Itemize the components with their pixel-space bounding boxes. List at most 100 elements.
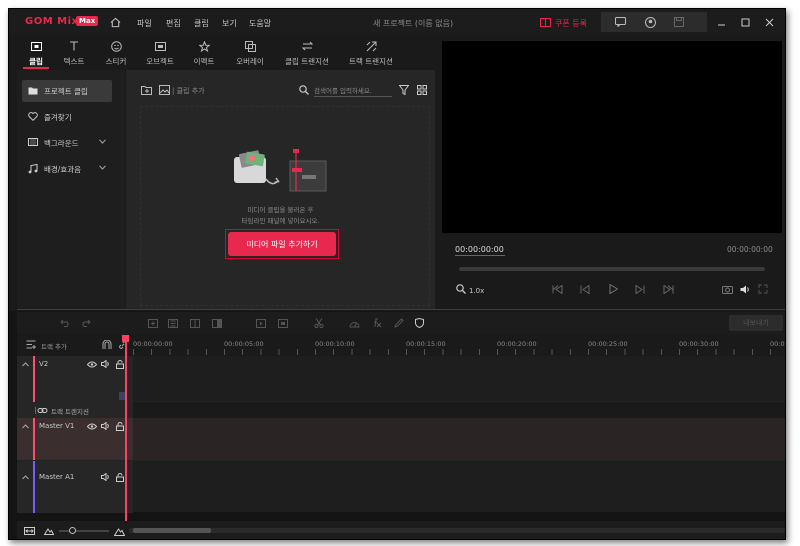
cut-icon[interactable]	[313, 318, 324, 328]
mark-out-icon[interactable]	[277, 318, 288, 328]
lock-icon[interactable]	[115, 421, 125, 431]
sidebar-item-bgm-sfx[interactable]: 배경/효과음	[22, 158, 112, 180]
zoom-in-mountain-icon[interactable]	[113, 526, 125, 536]
zoom-search-icon[interactable]	[455, 283, 467, 295]
heart-icon	[28, 112, 38, 121]
speaker-icon[interactable]	[101, 359, 111, 369]
timeline-ruler[interactable]: 00:00:00:00 00:00:05:00 00:00:10:00 00:0…	[133, 334, 785, 356]
sidebar-item-label: 백그라운드	[44, 138, 79, 148]
close-icon[interactable]	[764, 17, 774, 27]
title-bar: GOM Mix Max 파일 편집 클립 보기 도움말 새 프로젝트 (이름 없…	[9, 9, 785, 35]
prev-frame-icon[interactable]	[579, 283, 591, 295]
grid-view-icon[interactable]	[416, 84, 428, 96]
speed-icon[interactable]	[349, 318, 360, 328]
tab-clip-transition[interactable]: 클립 트랜지션	[281, 37, 333, 69]
sidebar-item-project-clips[interactable]: 프로젝트 클립	[22, 80, 112, 102]
add-clip-button[interactable]: | 클립 추가	[172, 86, 205, 96]
link-chain-icon	[35, 405, 49, 415]
track-master-a1[interactable]: Master A1	[17, 460, 785, 513]
add-track-icon[interactable]	[25, 339, 36, 350]
menu-edit[interactable]: 편집	[166, 18, 181, 29]
filter-icon[interactable]	[398, 84, 410, 96]
image-icon[interactable]	[158, 84, 170, 96]
skip-end-icon[interactable]	[662, 283, 674, 295]
search-placeholder: 검색어를 입력하세요.	[314, 87, 372, 95]
ruler-label: 00:00:25:00	[588, 340, 628, 348]
tab-overlay[interactable]: 오버레이	[225, 37, 275, 69]
speaker-icon[interactable]	[101, 421, 111, 431]
insert-icon[interactable]	[147, 318, 158, 328]
track-transition-row[interactable]: 트랙 트랜지션	[17, 402, 785, 418]
fit-timeline-icon[interactable]	[23, 526, 35, 536]
tab-track-transition[interactable]: 트랙 트랜지션	[345, 37, 397, 69]
lock-icon[interactable]	[115, 359, 125, 369]
redo-icon[interactable]	[79, 318, 91, 328]
playhead-handle[interactable]	[122, 335, 129, 342]
tab-label: 오버레이	[236, 57, 264, 66]
zoom-slider-handle[interactable]	[69, 527, 76, 534]
eye-icon[interactable]	[87, 421, 97, 431]
lock-icon[interactable]	[115, 472, 125, 482]
menu-help[interactable]: 도움말	[249, 18, 271, 29]
zoom-out-mountain-icon[interactable]	[43, 526, 55, 536]
next-frame-icon[interactable]	[634, 283, 646, 295]
tab-effect[interactable]: 이펙트	[179, 37, 229, 69]
mark-in-icon[interactable]	[255, 318, 266, 328]
sidebar: 프로젝트 클립 즐겨찾기 백그라운드 배경/효과음	[17, 70, 125, 310]
trim-left-icon[interactable]	[189, 318, 200, 328]
split-clip-icon[interactable]	[167, 318, 178, 328]
user-icon[interactable]	[644, 16, 656, 28]
video-track-accent	[33, 418, 35, 460]
ruler-label: 00:00:00:00	[133, 340, 173, 348]
maximize-icon[interactable]	[740, 17, 750, 27]
active-tab-indicator	[23, 67, 49, 69]
minimize-icon[interactable]	[716, 17, 726, 27]
scrollbar-thumb[interactable]	[133, 528, 211, 533]
add-track-label[interactable]: 트랙 추가	[41, 341, 67, 351]
music-icon	[28, 164, 38, 174]
tab-label: 오브젝트	[146, 57, 174, 66]
collapse-icon[interactable]	[21, 422, 29, 430]
import-folder-icon[interactable]	[140, 84, 152, 96]
home-icon[interactable]	[109, 16, 121, 28]
collapse-icon[interactable]	[21, 473, 29, 481]
preview-seekbar[interactable]	[459, 267, 765, 271]
add-media-file-button[interactable]: 미디어 파일 추가하기	[228, 232, 336, 256]
horizontal-scrollbar[interactable]	[129, 528, 785, 533]
collapse-icon[interactable]	[21, 360, 29, 368]
trim-right-icon[interactable]	[211, 318, 222, 328]
save-icon[interactable]	[673, 16, 685, 28]
sidebar-item-background[interactable]: 백그라운드	[22, 132, 112, 154]
track-master-v1[interactable]: Master V1	[17, 418, 785, 460]
preview-screen	[442, 41, 782, 233]
magnet-icon[interactable]	[101, 339, 112, 350]
tab-object[interactable]: 오브젝트	[135, 37, 185, 69]
eye-icon[interactable]	[87, 359, 97, 369]
effect-fx-icon[interactable]	[371, 318, 382, 328]
ruler-label: 00:00:30:00	[679, 340, 719, 348]
zoom-slider[interactable]	[59, 530, 109, 532]
search-input[interactable]: 검색어를 입력하세요.	[314, 82, 392, 97]
skip-start-icon[interactable]	[551, 283, 563, 295]
clip-transition-icon	[301, 40, 313, 52]
export-button[interactable]: 내보내기	[729, 315, 783, 331]
snapshot-icon[interactable]	[721, 283, 733, 295]
tab-sticker[interactable]: 스티커	[91, 37, 141, 69]
menu-file[interactable]: 파일	[137, 18, 152, 29]
chat-icon[interactable]	[614, 16, 626, 28]
volume-icon[interactable]	[739, 283, 751, 295]
coupon-button[interactable]: 쿠폰 등록	[555, 18, 587, 29]
shield-icon[interactable]	[414, 318, 425, 328]
sidebar-item-favorites[interactable]: 즐겨찾기	[22, 106, 112, 128]
menu-view[interactable]: 보기	[222, 18, 237, 29]
play-icon[interactable]	[607, 283, 619, 295]
speaker-icon[interactable]	[101, 472, 111, 482]
chevron-down-icon	[99, 165, 106, 170]
pen-icon[interactable]	[393, 318, 404, 328]
menu-clip[interactable]: 클립	[194, 18, 209, 29]
playhead[interactable]	[125, 335, 127, 529]
video-track-accent	[33, 356, 35, 402]
track-v2[interactable]: V2	[17, 356, 785, 402]
undo-icon[interactable]	[59, 318, 71, 328]
fullscreen-icon[interactable]	[757, 283, 769, 295]
